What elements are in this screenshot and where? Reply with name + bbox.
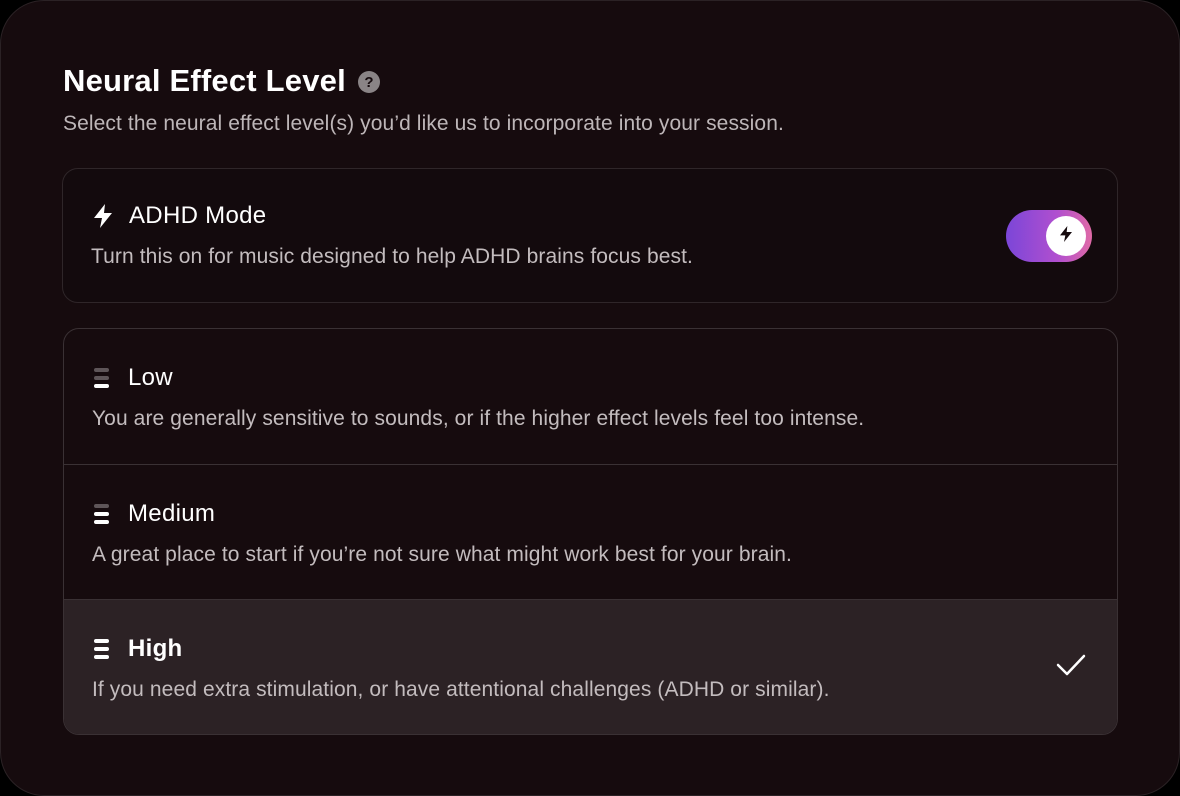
adhd-mode-description: Turn this on for music designed to help …: [91, 245, 693, 268]
lightning-bolt-icon: [91, 203, 115, 229]
level-label: High: [128, 635, 183, 662]
level-header: Medium: [92, 499, 215, 529]
question-circle-icon[interactable]: ?: [357, 71, 380, 93]
adhd-mode-card: ADHD Mode Turn this on for music designe…: [62, 168, 1118, 303]
bars-medium-icon: [92, 502, 112, 526]
bars-low-icon: [92, 366, 112, 390]
adhd-mode-header: ADHD Mode: [91, 201, 266, 231]
level-option-low[interactable]: Low You are generally sensitive to sound…: [64, 329, 1117, 464]
lightning-bolt-icon: [1058, 225, 1074, 248]
level-option-high[interactable]: High If you need extra stimulation, or h…: [64, 599, 1117, 734]
level-label: Medium: [128, 500, 216, 527]
adhd-mode-toggle[interactable]: [1006, 210, 1092, 262]
title-row: Neural Effect Level ?: [63, 61, 380, 101]
level-description: You are generally sensitive to sounds, o…: [92, 407, 865, 430]
neural-effect-panel: Neural Effect Level ? Select the neural …: [0, 0, 1180, 796]
help-glyph: ?: [364, 73, 374, 91]
level-description: A great place to start if you’re not sur…: [92, 543, 792, 566]
adhd-mode-title: ADHD Mode: [129, 202, 267, 229]
level-label: Low: [128, 364, 173, 391]
level-description: If you need extra stimulation, or have a…: [92, 678, 830, 701]
bars-high-icon: [92, 637, 112, 661]
page-title: Neural Effect Level: [63, 63, 346, 98]
toggle-knob: [1046, 216, 1086, 256]
page-subtitle: Select the neural effect level(s) you’d …: [63, 112, 784, 135]
level-option-medium[interactable]: Medium A great place to start if you’re …: [64, 464, 1117, 599]
level-header: High: [92, 634, 183, 664]
effect-level-list: Low You are generally sensitive to sound…: [63, 328, 1118, 735]
level-header: Low: [92, 363, 173, 393]
checkmark-icon: [1055, 652, 1087, 683]
